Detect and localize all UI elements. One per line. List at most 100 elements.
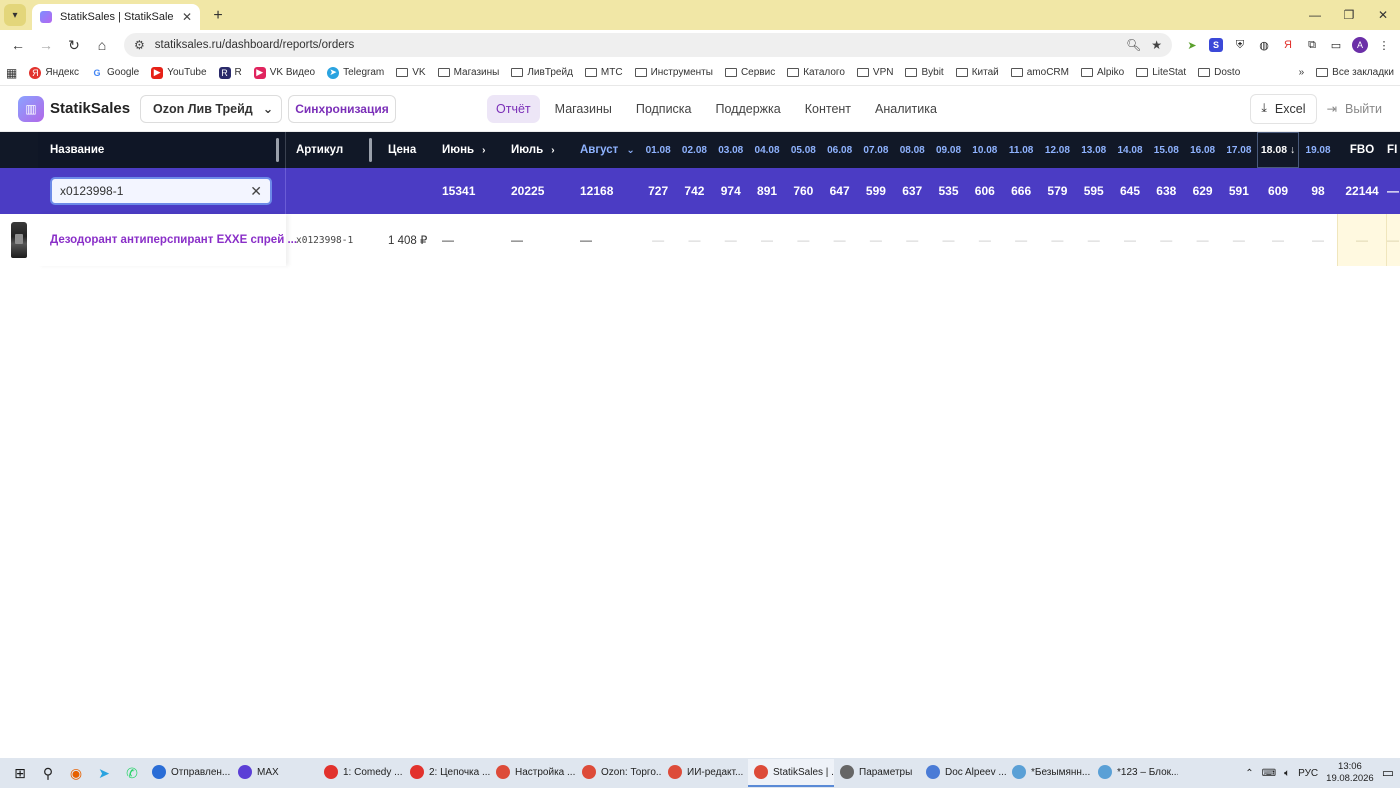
back-icon[interactable]: ← [6, 33, 30, 57]
column-header-day[interactable]: 17.08 [1221, 132, 1257, 168]
product-thumbnail[interactable] [11, 222, 27, 258]
nav-report[interactable]: Отчёт [487, 94, 540, 123]
column-header-july[interactable]: Июль › [503, 132, 572, 168]
column-header-day[interactable]: 12.08 [1039, 132, 1075, 168]
column-header-day[interactable]: 10.08 [967, 132, 1003, 168]
browser-tab-active[interactable]: StatikSales | StatikSales ✕ [32, 4, 200, 30]
bookmark-folder[interactable]: Каталого [787, 67, 845, 78]
bookmark-folder[interactable]: Bybit [905, 67, 944, 78]
column-header-day[interactable]: 06.08 [821, 132, 857, 168]
browser-menu-icon[interactable]: ⋮ [1374, 35, 1394, 55]
all-bookmarks-folder[interactable]: Все закладки [1316, 67, 1394, 78]
column-header-price[interactable]: Цена [378, 132, 434, 168]
column-header-day[interactable]: 07.08 [858, 132, 894, 168]
tab-search-button[interactable]: ▾ [4, 4, 26, 26]
column-header-day[interactable]: 05.08 [785, 132, 821, 168]
bookmark-item[interactable]: ▶ VK Видео [253, 66, 315, 79]
app-logo[interactable]: ▥ StatikSales [18, 95, 130, 122]
forward-icon[interactable]: → [34, 33, 58, 57]
bookmark-star-icon[interactable]: ★ [1151, 38, 1162, 52]
column-header-fbs[interactable]: FI [1387, 132, 1400, 168]
column-header-day[interactable]: 02.08 [676, 132, 712, 168]
column-header-day-19[interactable]: 19.08 [1299, 132, 1337, 168]
nav-analytics[interactable]: Аналитика [866, 95, 946, 123]
bookmark-folder[interactable]: Сервис [724, 67, 775, 78]
notifications-icon[interactable]: ▭ [1382, 765, 1394, 781]
bookmark-folder[interactable]: Магазины [437, 67, 499, 78]
taskbar-app-button[interactable]: Параметры [834, 759, 920, 787]
minimize-icon[interactable]: — [1298, 0, 1332, 30]
reload-icon[interactable]: ↻ [62, 33, 86, 57]
url-text[interactable]: statiksales.ru/dashboard/reports/orders [155, 39, 1116, 51]
bookmark-item[interactable]: Я Яндекс [29, 66, 79, 79]
extension-shield-icon[interactable]: ⛨ [1230, 35, 1250, 55]
column-header-august[interactable]: Август ⌄ [572, 132, 640, 168]
profile-avatar[interactable]: A [1350, 35, 1370, 55]
windows-start-icon[interactable]: ⊞ [6, 759, 34, 787]
zoom-icon[interactable]: 🔍︎ [1126, 38, 1141, 52]
tray-expand-icon[interactable]: ⌃ [1245, 768, 1253, 779]
new-tab-button[interactable]: + [206, 4, 230, 28]
whatsapp-icon[interactable]: ✆ [118, 759, 146, 787]
column-header-fbo[interactable]: FBO [1337, 132, 1387, 168]
taskbar-app-button[interactable]: *Безымянн... [1006, 759, 1092, 787]
column-header-day[interactable]: 15.08 [1148, 132, 1184, 168]
column-header-day[interactable]: 01.08 [640, 132, 676, 168]
bookmark-folder[interactable]: Китай [955, 67, 999, 78]
column-header-day[interactable]: 13.08 [1076, 132, 1112, 168]
restore-icon[interactable]: ❐ [1332, 0, 1366, 30]
bookmark-folder[interactable]: VPN [856, 67, 893, 78]
column-header-day[interactable]: 14.08 [1112, 132, 1148, 168]
extensions-puzzle-icon[interactable]: ⧉ [1302, 35, 1322, 55]
taskbar-app-button[interactable]: StatikSales | ... [748, 759, 834, 787]
site-info-icon[interactable]: ⚙ [134, 38, 145, 52]
taskbar-app-button[interactable]: 1: Comedy ... [318, 759, 404, 787]
column-header-day-18-sorted[interactable]: 18.08 ↓ [1257, 132, 1300, 168]
bookmark-folder[interactable]: МТС [584, 67, 623, 78]
shop-select[interactable]: Ozon Лив Трейд ⌄ [140, 94, 283, 123]
taskbar-app-button[interactable]: Ozon: Торго... [576, 759, 662, 787]
clear-search-icon[interactable]: ✕ [250, 183, 262, 200]
bookmark-item[interactable]: RR [218, 66, 242, 79]
address-bar[interactable]: ⚙ statiksales.ru/dashboard/reports/order… [124, 33, 1172, 57]
table-row[interactable]: Дезодорант антиперспирант EXXE спрей ...… [0, 214, 1400, 266]
bookmark-folder[interactable]: LiteStat [1136, 67, 1186, 78]
bookmark-folder[interactable]: Dosto [1198, 67, 1240, 78]
extension-yandex-icon[interactable]: Я [1278, 35, 1298, 55]
taskbar-app-button[interactable]: Doc Alpeev ... [920, 759, 1006, 787]
nav-shops[interactable]: Магазины [546, 95, 621, 123]
product-name-link[interactable]: Дезодорант антиперспирант EXXE спрей ... [38, 214, 297, 266]
bookmark-folder[interactable]: amoCRM [1010, 67, 1069, 78]
extension-globe-icon[interactable]: ◍ [1254, 35, 1274, 55]
bookmark-folder[interactable]: VK [396, 67, 426, 78]
bookmark-folder[interactable]: Инструменты [634, 67, 713, 78]
nav-subscription[interactable]: Подписка [627, 95, 701, 123]
extension-arrow-icon[interactable]: ➤ [1182, 35, 1202, 55]
name-search-input[interactable] [60, 184, 251, 198]
taskbar-app-button[interactable]: Настройка ... [490, 759, 576, 787]
taskbar-app-button[interactable]: ИИ-редакт... [662, 759, 748, 787]
bookmark-item[interactable]: G Google [91, 67, 139, 79]
column-header-name[interactable]: Название [38, 132, 286, 168]
column-header-day[interactable]: 08.08 [894, 132, 930, 168]
home-icon[interactable]: ⌂ [90, 33, 114, 57]
column-header-day[interactable]: 03.08 [713, 132, 749, 168]
column-header-june[interactable]: Июнь › [434, 132, 503, 168]
taskbar-app-button[interactable]: Отправлен... [146, 759, 232, 787]
excel-export-button[interactable]: ⤓ Excel [1250, 93, 1317, 124]
close-tab-icon[interactable]: ✕ [182, 10, 192, 24]
apps-grid-icon[interactable]: ▦ [6, 66, 17, 80]
taskbar-app-button[interactable]: MAX [232, 759, 318, 787]
search-icon[interactable]: ⚲ [34, 759, 62, 787]
bookmark-item[interactable]: ▶ YouTube [151, 66, 207, 79]
nav-content[interactable]: Контент [796, 95, 860, 123]
bookmark-item[interactable]: ➤ Telegram [327, 66, 384, 79]
name-search-field[interactable]: ✕ [50, 177, 272, 205]
nav-support[interactable]: Поддержка [707, 95, 790, 123]
sync-button[interactable]: Синхронизация [288, 94, 396, 123]
bookmark-folder[interactable]: ЛивТрейд [511, 67, 573, 78]
telegram-icon[interactable]: ➤ [90, 759, 118, 787]
language-indicator[interactable]: РУС [1298, 768, 1318, 779]
column-header-day[interactable]: 04.08 [749, 132, 785, 168]
column-header-day[interactable]: 11.08 [1003, 132, 1039, 168]
